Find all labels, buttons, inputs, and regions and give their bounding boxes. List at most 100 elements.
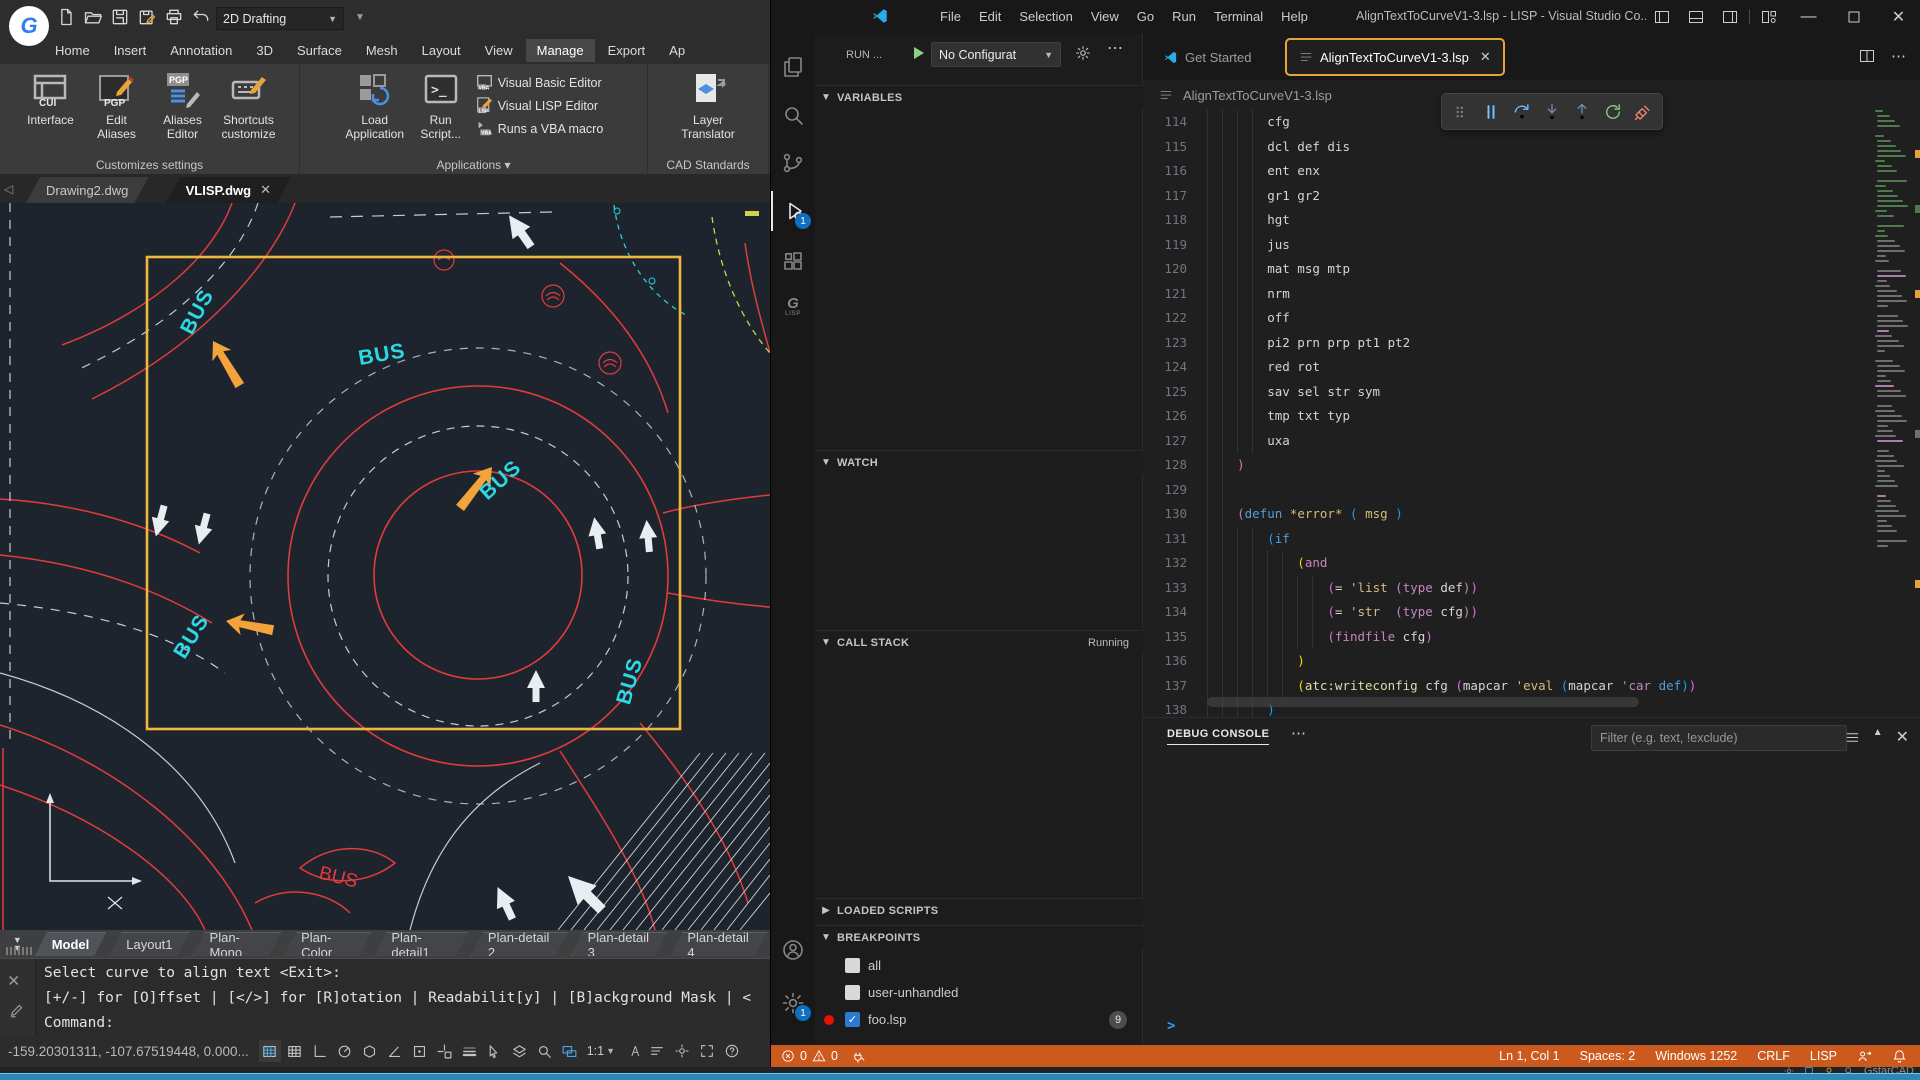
- zoom-icon[interactable]: [536, 1043, 553, 1060]
- section-watch[interactable]: ▼ WATCH: [815, 450, 1143, 474]
- customize-layout-icon[interactable]: [1752, 0, 1786, 33]
- start-debug-icon[interactable]: [910, 45, 926, 61]
- workspace-gear-icon[interactable]: [671, 1040, 693, 1062]
- drawing-canvas[interactable]: BUS BUS BUS BUS BUS BUS: [0, 203, 770, 930]
- button-aliases-editor[interactable]: PGPAliasesEditor: [152, 68, 214, 141]
- menu-file[interactable]: File: [931, 9, 970, 24]
- command-line-panel[interactable]: ✕ Select curve to align text <Exit>: [+/…: [0, 958, 770, 1035]
- code-line-116[interactable]: 116ent enx: [1143, 159, 1920, 184]
- button-interface[interactable]: CUIInterface: [20, 68, 82, 141]
- activity-gstarlisp-icon[interactable]: GLISP: [771, 289, 815, 329]
- menu-go[interactable]: Go: [1128, 9, 1163, 24]
- more-actions-icon[interactable]: ⋯: [1891, 47, 1907, 65]
- button-load-application[interactable]: LoadApplication: [344, 68, 406, 141]
- split-editor-icon[interactable]: [1859, 47, 1875, 65]
- output-view-icon[interactable]: [1845, 727, 1860, 747]
- save-as-icon[interactable]: [137, 7, 157, 27]
- search-icon[interactable]: [781, 103, 805, 127]
- activity-source-control-icon[interactable]: [771, 143, 815, 183]
- angle-icon[interactable]: [384, 1040, 406, 1062]
- fullscreen-icon[interactable]: [696, 1040, 718, 1062]
- code-line-117[interactable]: 117gr1 gr2: [1143, 184, 1920, 209]
- ribbon-tab-ap[interactable]: Ap: [658, 39, 696, 62]
- scale-list-icon[interactable]: [646, 1040, 668, 1062]
- cursor-icon[interactable]: [486, 1043, 503, 1060]
- menu-help[interactable]: Help: [1272, 9, 1317, 24]
- ribbon-tab-home[interactable]: Home: [44, 39, 101, 62]
- grid-blue-icon[interactable]: [261, 1043, 278, 1060]
- new-file-icon[interactable]: [56, 7, 76, 27]
- ribbon-tab-3d[interactable]: 3D: [245, 39, 284, 62]
- viewport-scale[interactable]: 1:1: [587, 1044, 604, 1058]
- breakpoint-checkbox[interactable]: [845, 958, 860, 973]
- button-runs-a-vba-macro[interactable]: VBARuns a VBA macro: [476, 120, 604, 137]
- lineweight-icon[interactable]: [461, 1043, 478, 1060]
- layout-tab-model[interactable]: Model: [35, 932, 107, 956]
- ribbon-group-label[interactable]: Customizes settings: [0, 158, 299, 172]
- code-line-122[interactable]: 122off: [1143, 306, 1920, 331]
- button-edit-aliases[interactable]: PGPEditAliases: [86, 68, 148, 141]
- code-editor[interactable]: 114cfg115dcl def dis116ent enx117gr1 gr2…: [1143, 110, 1920, 717]
- layout-tab-plan-mono[interactable]: Plan-Mono: [193, 932, 282, 956]
- save-icon[interactable]: [110, 7, 130, 27]
- undo-icon[interactable]: [191, 7, 211, 27]
- breakpoint-row-foo-lsp[interactable]: ✓foo.lsp9: [815, 1007, 1143, 1032]
- horizontal-scrollbar[interactable]: [1207, 697, 1639, 707]
- code-line-137[interactable]: 137(atc:writeconfig cfg (mapcar 'eval (m…: [1143, 674, 1920, 699]
- toggle-secondary-sidebar-icon[interactable]: [1713, 0, 1747, 33]
- code-line-136[interactable]: 136): [1143, 649, 1920, 674]
- monitor-icon[interactable]: [561, 1043, 578, 1060]
- activity-settings-gear-icon[interactable]: 1: [771, 983, 815, 1023]
- toggle-sidebar-icon[interactable]: [1645, 0, 1679, 33]
- feedback-icon[interactable]: [1857, 1049, 1872, 1064]
- cursor-position[interactable]: Ln 1, Col 1: [1499, 1049, 1559, 1063]
- code-line-118[interactable]: 118hgt: [1143, 208, 1920, 233]
- ribbon-tab-annotation[interactable]: Annotation: [159, 39, 243, 62]
- ribbon-tab-export[interactable]: Export: [597, 39, 657, 62]
- tab-aligntexttocurve[interactable]: AlignTextToCurveV1-3.lsp ✕: [1285, 38, 1505, 76]
- workspace-gear-icon[interactable]: [674, 1043, 690, 1059]
- account-icon[interactable]: [781, 938, 805, 962]
- help-icon[interactable]: [721, 1040, 743, 1062]
- code-line-131[interactable]: 131(if: [1143, 527, 1920, 552]
- activity-explorer-icon[interactable]: [771, 47, 815, 87]
- maximize-icon[interactable]: [1831, 0, 1876, 33]
- console-filter-input[interactable]: Filter (e.g. text, !exclude): [1591, 725, 1847, 751]
- toggle-panel-icon[interactable]: [1679, 0, 1713, 33]
- polar-icon[interactable]: [334, 1040, 356, 1062]
- activity-account-icon[interactable]: [771, 930, 815, 970]
- button-visual-lisp-editor[interactable]: LSPVisual LISP Editor: [476, 97, 604, 114]
- gstarcad-logo-icon[interactable]: G: [9, 6, 49, 46]
- cursor-icon[interactable]: [484, 1040, 506, 1062]
- button-layer-translator[interactable]: LayerTranslator: [677, 68, 739, 141]
- section-loaded-scripts[interactable]: ▶ LOADED SCRIPTS: [815, 898, 1143, 922]
- panel-tab-debug-console[interactable]: DEBUG CONSOLE: [1167, 728, 1269, 745]
- problems-status[interactable]: 0 0: [771, 1049, 866, 1064]
- indentation[interactable]: Spaces: 2: [1580, 1049, 1636, 1063]
- ribbon-tab-mesh[interactable]: Mesh: [355, 39, 409, 62]
- toolbar-options-icon[interactable]: ▼: [355, 12, 365, 23]
- close-tab-icon[interactable]: ✕: [1480, 49, 1491, 65]
- layout-tab-plan-detail-4[interactable]: Plan-detail 4: [670, 932, 767, 956]
- language-mode[interactable]: LISP: [1810, 1049, 1837, 1063]
- grid-icon[interactable]: [286, 1043, 303, 1060]
- section-breakpoints[interactable]: ▼ BREAKPOINTS: [815, 925, 1143, 949]
- command-line-grip[interactable]: [6, 947, 32, 955]
- code-line-125[interactable]: 125sav sel str sym: [1143, 380, 1920, 405]
- menu-edit[interactable]: Edit: [970, 9, 1010, 24]
- document-tab-drawing2-dwg[interactable]: Drawing2.dwg: [26, 177, 148, 203]
- tab-scroll-left-icon[interactable]: ◁: [4, 182, 13, 196]
- otrack-icon[interactable]: [434, 1040, 456, 1062]
- ribbon-tab-layout[interactable]: Layout: [411, 39, 472, 62]
- pause-icon[interactable]: [1481, 102, 1501, 122]
- code-line-134[interactable]: 134(= 'str (type cfg)): [1143, 600, 1920, 625]
- notifications-bell-icon[interactable]: [1892, 1049, 1907, 1064]
- osnap-icon[interactable]: [409, 1040, 431, 1062]
- eol-sequence[interactable]: CRLF: [1757, 1049, 1790, 1063]
- section-variables[interactable]: ▼ VARIABLES: [815, 85, 1143, 109]
- layout-tab-plan-detail1[interactable]: Plan-detail1: [374, 932, 468, 956]
- more-actions-icon[interactable]: ⋯: [1107, 38, 1124, 58]
- section-call-stack[interactable]: ▼ CALL STACK Running: [815, 630, 1143, 654]
- debug-settings-gear-icon[interactable]: [1075, 45, 1091, 61]
- angle-icon[interactable]: [386, 1043, 403, 1060]
